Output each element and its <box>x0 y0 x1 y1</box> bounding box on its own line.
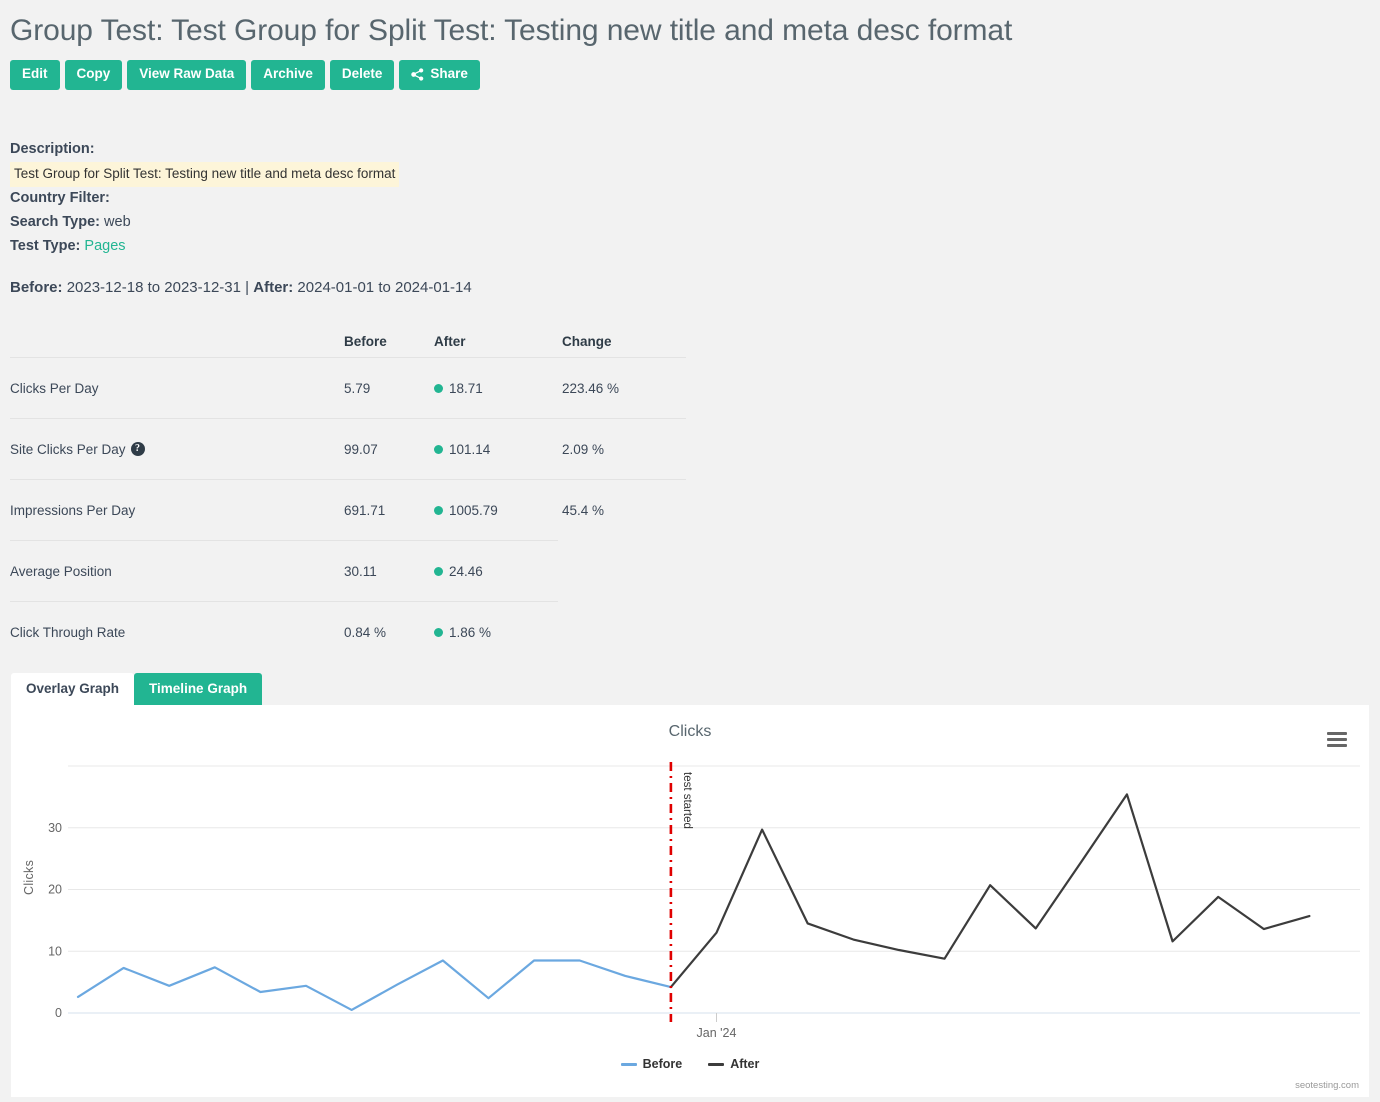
copy-button[interactable]: Copy <box>65 60 123 90</box>
status-dot <box>434 567 443 576</box>
row-metric-text: Click Through Rate <box>10 625 125 640</box>
svg-text:0: 0 <box>55 1006 62 1020</box>
row-metric-label: Average Position <box>10 564 344 579</box>
share-button-label: Share <box>430 67 468 82</box>
row-metric-label: Clicks Per Day <box>10 381 344 396</box>
after-range-value: 2024-01-01 to 2024-01-14 <box>297 279 471 296</box>
legend-label-after: After <box>730 1057 759 1071</box>
row-after-value: 24.46 <box>449 564 483 579</box>
row-after-cell: 1005.79 <box>434 503 562 518</box>
row-before-value: 99.07 <box>344 442 434 457</box>
row-change-value: 223.46 % <box>562 381 682 396</box>
row-change-value: 2.09 % <box>562 442 682 457</box>
svg-text:test started: test started <box>681 772 693 829</box>
row-before-value: 0.84 % <box>344 625 434 640</box>
test-type-label: Test Type: <box>10 238 80 254</box>
archive-button-label: Archive <box>263 67 313 82</box>
edit-button[interactable]: Edit <box>10 60 60 90</box>
after-range-label: After: <box>253 279 293 296</box>
action-button-bar: Edit Copy View Raw Data Archive Delete S… <box>10 60 480 90</box>
test-type-link[interactable]: Pages <box>84 238 125 254</box>
legend-item-before[interactable]: Before <box>621 1057 683 1071</box>
row-after-value: 1.86 % <box>449 625 491 640</box>
svg-text:20: 20 <box>48 883 62 897</box>
row-after-value: 101.14 <box>449 442 490 457</box>
legend-swatch-before <box>621 1063 637 1066</box>
row-before-value: 5.79 <box>344 381 434 396</box>
table-row: Average Position 30.11 24.46 <box>10 541 686 601</box>
search-type-row: Search Type: web <box>10 211 399 235</box>
description-label: Description: <box>10 141 95 157</box>
metrics-table: Before After Change Clicks Per Day 5.79 … <box>10 325 686 662</box>
status-dot <box>434 628 443 637</box>
row-metric-text: Impressions Per Day <box>10 503 135 518</box>
metrics-table-header: Before After Change <box>10 325 686 357</box>
row-after-cell: 101.14 <box>434 442 562 457</box>
test-type-row: Test Type: Pages <box>10 235 399 259</box>
search-type-label: Search Type: <box>10 214 100 230</box>
svg-text:Jan '24: Jan '24 <box>697 1026 737 1040</box>
column-header-before: Before <box>344 334 434 349</box>
test-details: Description: Test Group for Split Test: … <box>10 138 399 259</box>
before-range-value: 2023-12-18 to 2023-12-31 <box>67 279 241 296</box>
row-metric-label: Impressions Per Day <box>10 503 344 518</box>
row-after-value: 18.71 <box>449 381 483 396</box>
split-test-report-page: Group Test: Test Group for Split Test: T… <box>0 0 1380 1102</box>
chart-legend: Before After <box>0 1057 1380 1071</box>
row-before-value: 691.71 <box>344 503 434 518</box>
description-value-row: Test Group for Split Test: Testing new t… <box>10 162 399 187</box>
view-raw-data-button-label: View Raw Data <box>139 67 234 82</box>
share-icon <box>411 68 424 81</box>
metrics-table-body: Clicks Per Day 5.79 18.71 223.46 % Site … <box>10 358 686 662</box>
column-header-change: Change <box>562 334 682 349</box>
help-icon[interactable]: ? <box>131 442 145 456</box>
row-after-cell: 18.71 <box>434 381 562 396</box>
chart-credit: seotesting.com <box>1295 1080 1359 1091</box>
status-dot <box>434 384 443 393</box>
row-after-value: 1005.79 <box>449 503 498 518</box>
country-filter-row: Country Filter: <box>10 187 399 211</box>
description-label-row: Description: <box>10 138 399 162</box>
country-filter-label: Country Filter: <box>10 190 110 206</box>
table-row: Impressions Per Day 691.71 1005.79 45.4 … <box>10 480 686 540</box>
archive-button[interactable]: Archive <box>251 60 325 90</box>
row-after-cell: 1.86 % <box>434 625 562 640</box>
range-separator: | <box>245 279 249 296</box>
legend-item-after[interactable]: After <box>708 1057 759 1071</box>
row-metric-text: Clicks Per Day <box>10 381 99 396</box>
clicks-timeline-chart: 0 10 20 30 test started Jan '24 <box>0 700 1380 1040</box>
svg-text:30: 30 <box>48 821 62 835</box>
row-metric-label: Click Through Rate <box>10 625 344 640</box>
row-change-value: 45.4 % <box>562 503 682 518</box>
view-raw-data-button[interactable]: View Raw Data <box>127 60 246 90</box>
edit-button-label: Edit <box>22 67 48 82</box>
status-dot <box>434 445 443 454</box>
row-before-value: 30.11 <box>344 564 434 579</box>
row-metric-text: Average Position <box>10 564 112 579</box>
svg-text:10: 10 <box>48 944 62 958</box>
share-button[interactable]: Share <box>399 60 480 90</box>
table-row: Clicks Per Day 5.79 18.71 223.46 % <box>10 358 686 418</box>
legend-label-before: Before <box>643 1057 683 1071</box>
row-metric-text: Site Clicks Per Day <box>10 442 126 457</box>
search-type-value: web <box>104 214 131 230</box>
before-range-label: Before: <box>10 279 63 296</box>
page-title: Group Test: Test Group for Split Test: T… <box>10 14 1012 48</box>
description-value: Test Group for Split Test: Testing new t… <box>10 162 399 187</box>
row-after-cell: 24.46 <box>434 564 562 579</box>
delete-button-label: Delete <box>342 67 383 82</box>
table-row: Click Through Rate 0.84 % 1.86 % <box>10 602 686 662</box>
legend-swatch-after <box>708 1063 724 1066</box>
copy-button-label: Copy <box>77 67 111 82</box>
status-dot <box>434 506 443 515</box>
delete-button[interactable]: Delete <box>330 60 395 90</box>
table-row: Site Clicks Per Day ? 99.07 101.14 2.09 … <box>10 419 686 479</box>
row-metric-label: Site Clicks Per Day ? <box>10 442 344 457</box>
date-range-summary: Before: 2023-12-18 to 2023-12-31 | After… <box>10 279 472 296</box>
column-header-after: After <box>434 334 562 349</box>
